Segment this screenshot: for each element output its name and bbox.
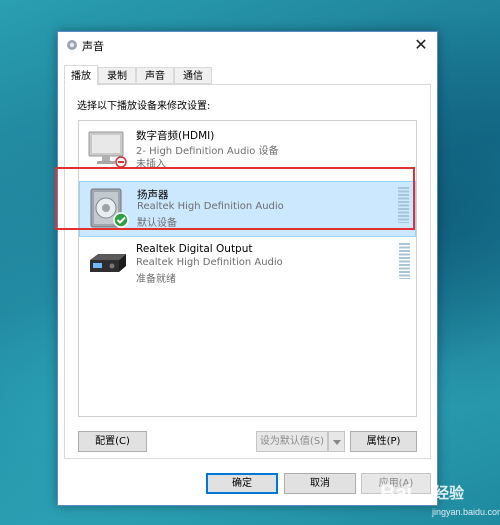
device-name: Realtek Digital Output xyxy=(136,243,253,255)
volume-meter xyxy=(399,243,410,279)
device-item-digital-output[interactable]: Realtek Digital Output Realtek High Defi… xyxy=(79,238,416,294)
instruction-text: 选择以下播放设备来修改设置: xyxy=(77,101,211,112)
device-list: 数字音频(HDMI) 2- High Definition Audio 设备 未… xyxy=(78,120,417,417)
close-button[interactable]: ✕ xyxy=(411,35,431,55)
watermark-text: 经验 xyxy=(434,484,465,502)
tab-sounds[interactable]: 声音 xyxy=(136,67,174,84)
configure-button[interactable]: 配置(C) xyxy=(78,431,147,452)
set-default-dropdown-arrow[interactable] xyxy=(328,431,345,452)
ok-button[interactable]: 确定 xyxy=(206,473,278,494)
device-driver: Realtek High Definition Audio xyxy=(136,257,283,268)
annotation-highlight-box xyxy=(55,167,415,230)
device-status: 准备就绪 xyxy=(136,274,176,285)
tab-playback[interactable]: 播放 xyxy=(64,65,98,86)
cancel-button[interactable]: 取消 xyxy=(284,473,356,494)
properties-button[interactable]: 属性(P) xyxy=(350,431,417,452)
tab-recording[interactable]: 录制 xyxy=(98,67,136,84)
baidu-jingyan-watermark: Bai 经验 jingyan.baidu.com xyxy=(380,478,500,523)
watermark-url: jingyan.baidu.com xyxy=(432,507,500,517)
sound-dialog: 声音 ✕ 播放 录制 声音 通信 选择以下播放设备来修改设置: 数字音频(HDM… xyxy=(57,31,438,506)
title-bar[interactable]: 声音 ✕ xyxy=(58,32,437,60)
device-name: 数字音频(HDMI) xyxy=(136,130,215,142)
monitor-icon xyxy=(88,131,127,168)
speaker-title-icon xyxy=(67,40,77,50)
playback-panel: 选择以下播放设备来修改设置: 数字音频(HDMI) 2- High Defini… xyxy=(64,84,431,459)
tab-communications[interactable]: 通信 xyxy=(174,67,212,84)
window-title: 声音 xyxy=(82,40,104,53)
set-default-button[interactable]: 设为默认值(S) xyxy=(256,431,328,452)
digital-output-icon xyxy=(90,254,126,272)
baidu-logo: Bai xyxy=(380,480,412,505)
